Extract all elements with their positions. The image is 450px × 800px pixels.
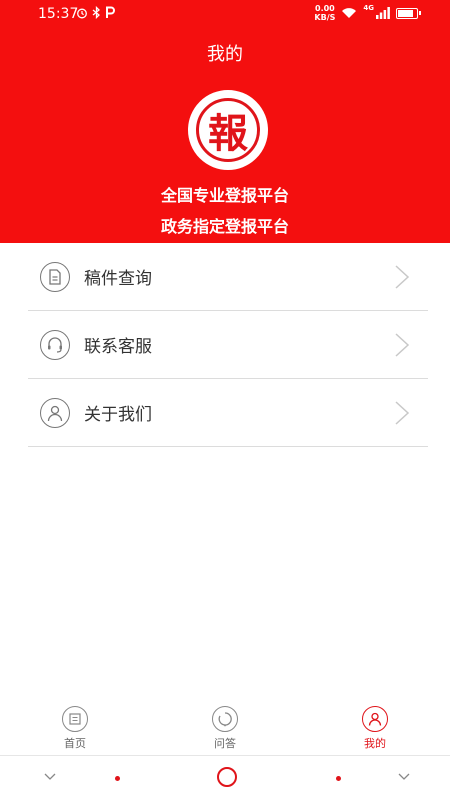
wifi-icon	[342, 8, 357, 18]
menu-list: 稿件查询 联系客服 关于我们	[28, 243, 428, 447]
nav-label: 首页	[64, 737, 86, 750]
menu-item-label: 联系客服	[84, 337, 152, 357]
nav-label: 问答	[214, 737, 236, 750]
slogan-2: 政务指定登报平台	[160, 217, 289, 236]
net-speed-unit: KB/S	[314, 13, 336, 22]
menu-item-label: 稿件查询	[84, 269, 152, 289]
menu-item-about-us[interactable]: 关于我们	[28, 379, 428, 447]
logo-ring: 報	[196, 98, 260, 162]
back-button[interactable]	[115, 776, 120, 781]
status-bar: 15:37 0.00 KB/S 4G	[0, 0, 450, 28]
parking-icon	[106, 6, 115, 18]
status-icons-left	[76, 6, 116, 19]
profile-icon	[362, 706, 388, 732]
document-icon	[40, 261, 70, 292]
home-button[interactable]	[217, 767, 237, 787]
screen: 15:37 0.00 KB/S 4G 我的 報 全国专业登报平台 政务指定登报平…	[0, 0, 450, 800]
home-icon	[62, 706, 88, 732]
chevron-right-icon	[395, 401, 410, 425]
chevron-right-icon	[395, 265, 410, 289]
menu-item-contact-support[interactable]: 联系客服	[28, 311, 428, 379]
chevron-down-icon[interactable]	[44, 773, 56, 781]
battery-icon	[396, 7, 421, 19]
chevron-right-icon	[395, 333, 410, 357]
system-nav-bar	[0, 757, 450, 800]
nav-label: 我的	[364, 737, 386, 750]
logo-char: 報	[208, 110, 248, 157]
page-title: 我的	[207, 44, 243, 65]
battery-fill	[398, 9, 414, 17]
bottom-nav: 首页 问答 我的	[0, 700, 450, 756]
network-label: 4G	[363, 4, 374, 12]
alarm-icon	[77, 8, 87, 18]
nav-item-home[interactable]: 首页	[0, 700, 150, 755]
slogan-1: 全国专业登报平台	[160, 186, 289, 205]
chevron-down-icon[interactable]	[398, 773, 410, 781]
header: 15:37 0.00 KB/S 4G 我的 報 全国专业登报平台 政务指定登报平…	[0, 0, 450, 243]
qa-icon	[212, 706, 238, 732]
menu-item-manuscript-query[interactable]: 稿件查询	[28, 243, 428, 311]
logo: 報	[188, 90, 268, 170]
bluetooth-icon	[92, 6, 100, 19]
recents-button[interactable]	[336, 776, 341, 781]
nav-item-qa[interactable]: 问答	[150, 700, 300, 755]
status-time: 15:37	[38, 6, 79, 22]
headset-icon	[40, 329, 70, 360]
status-right: 0.00 KB/S 4G	[314, 4, 421, 22]
net-speed-value: 0.00	[315, 4, 335, 13]
menu-item-label: 关于我们	[84, 405, 152, 425]
user-icon	[40, 397, 70, 428]
net-speed: 0.00 KB/S	[314, 4, 335, 22]
nav-item-profile[interactable]: 我的	[300, 700, 450, 755]
signal-icon	[376, 7, 390, 19]
